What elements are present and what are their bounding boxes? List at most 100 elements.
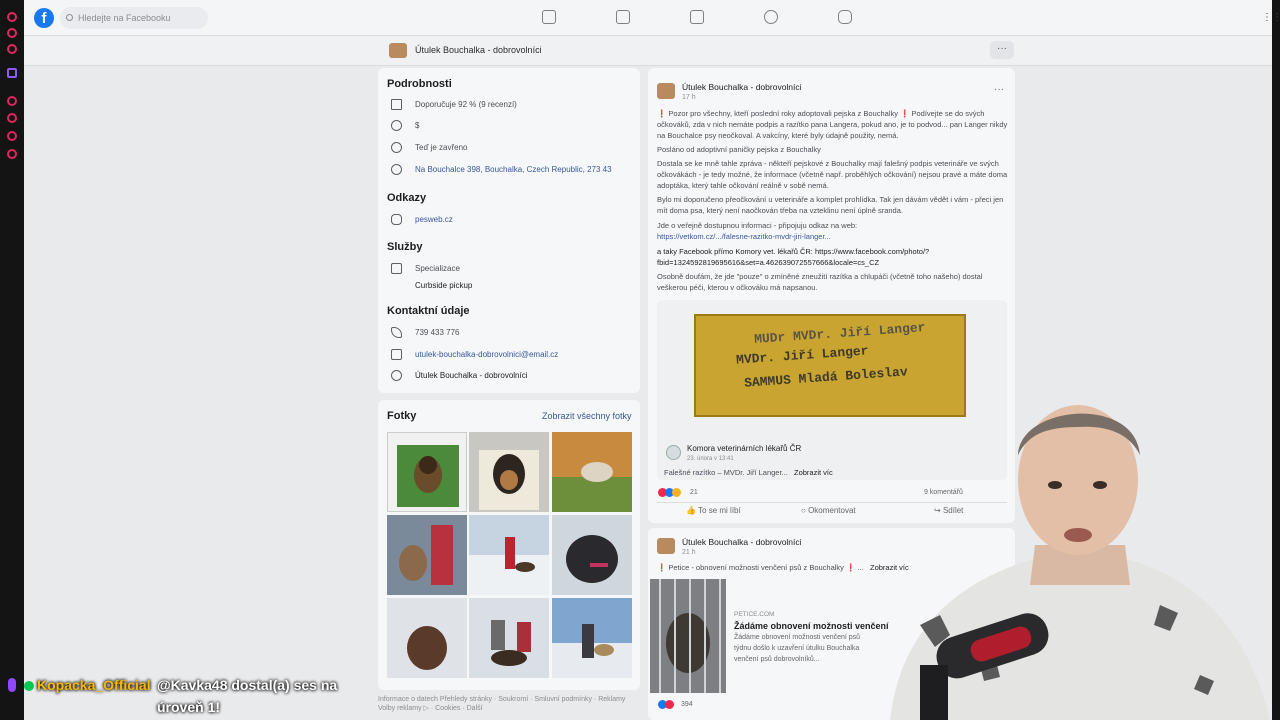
footer-links-2[interactable]: Volby reklamy ▷ · Cookies · Další — [378, 704, 625, 713]
mic-icon — [8, 678, 16, 692]
photo-thumb[interactable] — [469, 432, 549, 512]
marketplace-icon[interactable] — [690, 10, 704, 24]
shared-time[interactable]: 23. února v 13:41 — [687, 456, 734, 462]
dog-photo — [387, 598, 467, 678]
dog-photo — [552, 432, 632, 512]
chat-message-2: úroveň 1! — [157, 699, 221, 715]
address-link[interactable]: Na Bouchalce 398, Bouchalka, Czech Repub… — [415, 165, 612, 174]
dock-icon[interactable] — [7, 131, 17, 141]
post-paragraph: ❗ Pozor pro všechny, kteří poslední roky… — [657, 109, 1008, 140]
dollar-icon — [391, 120, 402, 131]
left-dock — [0, 0, 24, 720]
post-more-icon[interactable]: ··· — [994, 84, 1004, 95]
post-text: ❗ Petice - obnovení možnosti venčení psů… — [657, 563, 864, 572]
streamer-illustration — [890, 405, 1270, 720]
reaction-count[interactable]: 21 — [690, 489, 698, 496]
people-dog-photo — [387, 515, 467, 595]
about-card — [378, 68, 640, 393]
post-time[interactable]: 21 h — [682, 549, 696, 556]
chat-message: @Kavka48 dostal(a) ses na — [157, 677, 338, 693]
footer-links[interactable]: Informace o datech Přehledy stránky · So… — [378, 695, 625, 704]
shared-avatar[interactable] — [666, 445, 681, 460]
post-author[interactable]: Útulek Bouchalka - dobrovolníci — [682, 537, 802, 547]
post-time[interactable]: 17 h — [682, 94, 696, 101]
like-button[interactable]: 👍 To se mi líbí — [686, 506, 741, 515]
more-options-button[interactable]: ··· — [990, 41, 1014, 59]
messenger-text[interactable]: Útulek Bouchalka - dobrovolníci — [415, 371, 528, 380]
location-pin-icon — [391, 164, 402, 175]
contact-heading: Kontaktní údaje — [387, 305, 470, 317]
search-icon — [66, 14, 73, 21]
post-paragraph: Osobně doufám, že jde "pouze" o zmíněné … — [657, 272, 983, 292]
stamp-text: MUDr MVDr. Jiří Langer — [753, 320, 926, 347]
vetkom-link[interactable]: https://vetkom.cz/.../falesne-razitko-mv… — [657, 231, 1012, 242]
video-icon[interactable] — [616, 10, 630, 24]
link-icon — [391, 214, 402, 225]
reaction-icons[interactable] — [658, 488, 686, 498]
photo-thumb[interactable] — [552, 515, 632, 595]
dock-icon[interactable] — [7, 68, 17, 78]
page-title[interactable]: Útulek Bouchalka - dobrovolníci — [415, 45, 542, 55]
snow-walk-photo — [469, 515, 549, 595]
post-avatar[interactable] — [657, 83, 675, 99]
photo-thumb[interactable] — [469, 598, 549, 678]
photo-thumb[interactable] — [552, 432, 632, 512]
shared-text: Falešné razítko – MVDr. Jiří Langer... — [664, 468, 788, 477]
streamer-webcam — [860, 395, 1280, 720]
services-label: Specializace — [415, 264, 460, 273]
dock-icon[interactable] — [7, 113, 17, 123]
recommend-text[interactable]: Doporučuje 92 % (9 recenzí) — [415, 100, 517, 109]
post-paragraph-link[interactable]: a taky Facebook přímo Komory vet. lékařů… — [657, 246, 1012, 268]
post-author[interactable]: Útulek Bouchalka - dobrovolníci — [682, 82, 802, 92]
email-link[interactable]: utulek-bouchalka-dobrovolnici@email.cz — [415, 350, 558, 359]
like-label: To se mi líbí — [698, 506, 741, 515]
gaming-icon[interactable] — [838, 10, 852, 24]
link-description: venčení psů dobrovolníků... — [734, 656, 820, 663]
link-description: Žádáme obnovení možnosti venčení psů — [734, 634, 861, 641]
dog-photo — [469, 432, 549, 512]
price-text: $ — [415, 121, 420, 130]
link-preview-image[interactable] — [650, 579, 726, 693]
messenger-icon — [391, 370, 402, 381]
shared-author[interactable]: Komora veterinárních lékařů ČR — [687, 444, 801, 453]
clock-icon — [391, 142, 402, 153]
verified-icon — [24, 681, 34, 691]
post-paragraph: Dostala se ke mně tahle zpráva - někteří… — [657, 159, 1008, 190]
groups-icon[interactable] — [764, 10, 778, 24]
website-link[interactable]: pesweb.cz — [415, 215, 453, 224]
post-paragraph: Jde o veřejně dostupnou informaci - přip… — [657, 221, 858, 230]
snow-dog-photo — [552, 598, 632, 678]
dock-icon[interactable] — [7, 149, 17, 159]
mail-icon — [391, 349, 402, 360]
dock-icon[interactable] — [7, 12, 17, 22]
photo-thumb[interactable] — [387, 515, 467, 595]
people-dog-photo — [469, 598, 549, 678]
reaction-count[interactable]: 394 — [681, 701, 693, 708]
dock-icon[interactable] — [7, 28, 17, 38]
see-more-link[interactable]: Zobrazit víc — [794, 468, 833, 477]
comment-button[interactable]: ○ Okomentovat — [801, 506, 856, 515]
facebook-topbar: f Hledejte na Facebooku ⋮⋮ — [24, 0, 1280, 36]
services-heading: Služby — [387, 241, 423, 253]
dock-icon[interactable] — [7, 44, 17, 54]
photo-thumb[interactable] — [387, 598, 467, 678]
list-icon — [391, 263, 402, 274]
photo-thumb[interactable] — [469, 515, 549, 595]
search-input[interactable]: Hledejte na Facebooku — [60, 7, 208, 29]
phone-text[interactable]: 739 433 776 — [415, 328, 460, 337]
page-avatar[interactable] — [389, 43, 407, 58]
links-heading: Odkazy — [387, 192, 427, 204]
chat-username: Kopacka_Official — [37, 677, 151, 693]
dock-icon[interactable] — [7, 96, 17, 106]
photo-thumb[interactable] — [552, 598, 632, 678]
dog-photo — [388, 433, 466, 511]
star-icon — [391, 99, 402, 110]
caged-dog-photo — [650, 579, 726, 693]
reaction-icons[interactable] — [658, 700, 678, 710]
home-icon[interactable] — [542, 10, 556, 24]
facebook-logo-icon[interactable]: f — [34, 8, 54, 28]
menu-grid-icon[interactable]: ⋮⋮ — [1262, 12, 1280, 24]
show-all-photos-link[interactable]: Zobrazit všechny fotky — [542, 411, 632, 421]
post-avatar[interactable] — [657, 538, 675, 554]
photo-thumb[interactable] — [387, 432, 467, 512]
